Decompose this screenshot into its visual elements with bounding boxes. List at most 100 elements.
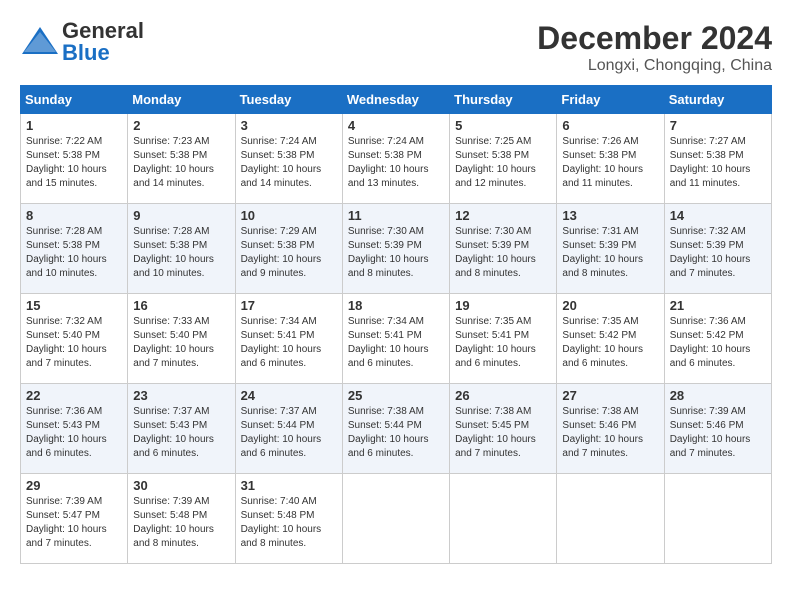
- day-info: Sunrise: 7:37 AM Sunset: 5:44 PM Dayligh…: [241, 405, 337, 461]
- day-info: Sunrise: 7:22 AM Sunset: 5:38 PM Dayligh…: [26, 135, 122, 191]
- day-info: Sunrise: 7:28 AM Sunset: 5:38 PM Dayligh…: [26, 225, 122, 281]
- day-number: 26: [455, 388, 551, 403]
- calendar-cell: 19 Sunrise: 7:35 AM Sunset: 5:41 PM Dayl…: [450, 294, 557, 384]
- calendar-cell: 10 Sunrise: 7:29 AM Sunset: 5:38 PM Dayl…: [235, 204, 342, 294]
- calendar-cell: 11 Sunrise: 7:30 AM Sunset: 5:39 PM Dayl…: [342, 204, 449, 294]
- day-info: Sunrise: 7:32 AM Sunset: 5:40 PM Dayligh…: [26, 315, 122, 371]
- day-info: Sunrise: 7:35 AM Sunset: 5:42 PM Dayligh…: [562, 315, 658, 371]
- day-info: Sunrise: 7:39 AM Sunset: 5:46 PM Dayligh…: [670, 405, 766, 461]
- day-info: Sunrise: 7:34 AM Sunset: 5:41 PM Dayligh…: [348, 315, 444, 371]
- day-number: 23: [133, 388, 229, 403]
- calendar-cell: 29 Sunrise: 7:39 AM Sunset: 5:47 PM Dayl…: [21, 474, 128, 564]
- col-header-wednesday: Wednesday: [342, 86, 449, 114]
- page-header: General Blue December 2024 Longxi, Chong…: [20, 20, 772, 75]
- day-info: Sunrise: 7:31 AM Sunset: 5:39 PM Dayligh…: [562, 225, 658, 281]
- calendar-cell: 6 Sunrise: 7:26 AM Sunset: 5:38 PM Dayli…: [557, 114, 664, 204]
- day-number: 6: [562, 118, 658, 133]
- calendar-cell: 27 Sunrise: 7:38 AM Sunset: 5:46 PM Dayl…: [557, 384, 664, 474]
- day-info: Sunrise: 7:36 AM Sunset: 5:42 PM Dayligh…: [670, 315, 766, 371]
- calendar-cell: 23 Sunrise: 7:37 AM Sunset: 5:43 PM Dayl…: [128, 384, 235, 474]
- calendar-cell: 15 Sunrise: 7:32 AM Sunset: 5:40 PM Dayl…: [21, 294, 128, 384]
- day-info: Sunrise: 7:38 AM Sunset: 5:45 PM Dayligh…: [455, 405, 551, 461]
- day-number: 14: [670, 208, 766, 223]
- day-info: Sunrise: 7:25 AM Sunset: 5:38 PM Dayligh…: [455, 135, 551, 191]
- logo: General Blue: [20, 20, 144, 64]
- day-number: 13: [562, 208, 658, 223]
- calendar-cell: 25 Sunrise: 7:38 AM Sunset: 5:44 PM Dayl…: [342, 384, 449, 474]
- calendar-week-4: 22 Sunrise: 7:36 AM Sunset: 5:43 PM Dayl…: [21, 384, 772, 474]
- calendar-cell: 26 Sunrise: 7:38 AM Sunset: 5:45 PM Dayl…: [450, 384, 557, 474]
- day-info: Sunrise: 7:33 AM Sunset: 5:40 PM Dayligh…: [133, 315, 229, 371]
- calendar-cell: 3 Sunrise: 7:24 AM Sunset: 5:38 PM Dayli…: [235, 114, 342, 204]
- calendar-cell: [450, 474, 557, 564]
- calendar-header-row: SundayMondayTuesdayWednesdayThursdayFrid…: [21, 86, 772, 114]
- calendar-table: SundayMondayTuesdayWednesdayThursdayFrid…: [20, 85, 772, 564]
- day-number: 12: [455, 208, 551, 223]
- day-number: 11: [348, 208, 444, 223]
- day-number: 17: [241, 298, 337, 313]
- day-info: Sunrise: 7:24 AM Sunset: 5:38 PM Dayligh…: [241, 135, 337, 191]
- calendar-week-1: 1 Sunrise: 7:22 AM Sunset: 5:38 PM Dayli…: [21, 114, 772, 204]
- calendar-cell: 20 Sunrise: 7:35 AM Sunset: 5:42 PM Dayl…: [557, 294, 664, 384]
- calendar-cell: 16 Sunrise: 7:33 AM Sunset: 5:40 PM Dayl…: [128, 294, 235, 384]
- day-info: Sunrise: 7:30 AM Sunset: 5:39 PM Dayligh…: [455, 225, 551, 281]
- day-number: 25: [348, 388, 444, 403]
- day-number: 18: [348, 298, 444, 313]
- calendar-cell: 21 Sunrise: 7:36 AM Sunset: 5:42 PM Dayl…: [664, 294, 771, 384]
- calendar-cell: 1 Sunrise: 7:22 AM Sunset: 5:38 PM Dayli…: [21, 114, 128, 204]
- calendar-cell: [557, 474, 664, 564]
- day-number: 9: [133, 208, 229, 223]
- day-number: 21: [670, 298, 766, 313]
- calendar-cell: 17 Sunrise: 7:34 AM Sunset: 5:41 PM Dayl…: [235, 294, 342, 384]
- calendar-cell: 8 Sunrise: 7:28 AM Sunset: 5:38 PM Dayli…: [21, 204, 128, 294]
- day-number: 4: [348, 118, 444, 133]
- location: Longxi, Chongqing, China: [537, 57, 772, 75]
- day-number: 16: [133, 298, 229, 313]
- day-number: 15: [26, 298, 122, 313]
- calendar-cell: 28 Sunrise: 7:39 AM Sunset: 5:46 PM Dayl…: [664, 384, 771, 474]
- calendar-cell: [664, 474, 771, 564]
- calendar-cell: 30 Sunrise: 7:39 AM Sunset: 5:48 PM Dayl…: [128, 474, 235, 564]
- day-number: 10: [241, 208, 337, 223]
- calendar-cell: 12 Sunrise: 7:30 AM Sunset: 5:39 PM Dayl…: [450, 204, 557, 294]
- day-info: Sunrise: 7:36 AM Sunset: 5:43 PM Dayligh…: [26, 405, 122, 461]
- calendar-cell: 13 Sunrise: 7:31 AM Sunset: 5:39 PM Dayl…: [557, 204, 664, 294]
- col-header-friday: Friday: [557, 86, 664, 114]
- month-title: December 2024: [537, 20, 772, 57]
- day-info: Sunrise: 7:40 AM Sunset: 5:48 PM Dayligh…: [241, 495, 337, 551]
- day-number: 28: [670, 388, 766, 403]
- day-info: Sunrise: 7:27 AM Sunset: 5:38 PM Dayligh…: [670, 135, 766, 191]
- day-info: Sunrise: 7:24 AM Sunset: 5:38 PM Dayligh…: [348, 135, 444, 191]
- calendar-week-3: 15 Sunrise: 7:32 AM Sunset: 5:40 PM Dayl…: [21, 294, 772, 384]
- day-info: Sunrise: 7:29 AM Sunset: 5:38 PM Dayligh…: [241, 225, 337, 281]
- day-info: Sunrise: 7:30 AM Sunset: 5:39 PM Dayligh…: [348, 225, 444, 281]
- day-info: Sunrise: 7:37 AM Sunset: 5:43 PM Dayligh…: [133, 405, 229, 461]
- day-info: Sunrise: 7:38 AM Sunset: 5:44 PM Dayligh…: [348, 405, 444, 461]
- day-number: 29: [26, 478, 122, 493]
- day-info: Sunrise: 7:39 AM Sunset: 5:47 PM Dayligh…: [26, 495, 122, 551]
- col-header-thursday: Thursday: [450, 86, 557, 114]
- calendar-cell: 24 Sunrise: 7:37 AM Sunset: 5:44 PM Dayl…: [235, 384, 342, 474]
- calendar-cell: 2 Sunrise: 7:23 AM Sunset: 5:38 PM Dayli…: [128, 114, 235, 204]
- col-header-tuesday: Tuesday: [235, 86, 342, 114]
- logo-name: General Blue: [62, 20, 144, 64]
- day-info: Sunrise: 7:28 AM Sunset: 5:38 PM Dayligh…: [133, 225, 229, 281]
- calendar-week-2: 8 Sunrise: 7:28 AM Sunset: 5:38 PM Dayli…: [21, 204, 772, 294]
- day-info: Sunrise: 7:34 AM Sunset: 5:41 PM Dayligh…: [241, 315, 337, 371]
- calendar-cell: 4 Sunrise: 7:24 AM Sunset: 5:38 PM Dayli…: [342, 114, 449, 204]
- calendar-cell: 31 Sunrise: 7:40 AM Sunset: 5:48 PM Dayl…: [235, 474, 342, 564]
- day-number: 24: [241, 388, 337, 403]
- col-header-sunday: Sunday: [21, 86, 128, 114]
- day-number: 27: [562, 388, 658, 403]
- day-number: 7: [670, 118, 766, 133]
- col-header-monday: Monday: [128, 86, 235, 114]
- day-number: 31: [241, 478, 337, 493]
- calendar-cell: 22 Sunrise: 7:36 AM Sunset: 5:43 PM Dayl…: [21, 384, 128, 474]
- col-header-saturday: Saturday: [664, 86, 771, 114]
- day-info: Sunrise: 7:23 AM Sunset: 5:38 PM Dayligh…: [133, 135, 229, 191]
- day-number: 8: [26, 208, 122, 223]
- day-number: 19: [455, 298, 551, 313]
- day-number: 5: [455, 118, 551, 133]
- day-info: Sunrise: 7:39 AM Sunset: 5:48 PM Dayligh…: [133, 495, 229, 551]
- logo-blue: Blue: [62, 40, 110, 65]
